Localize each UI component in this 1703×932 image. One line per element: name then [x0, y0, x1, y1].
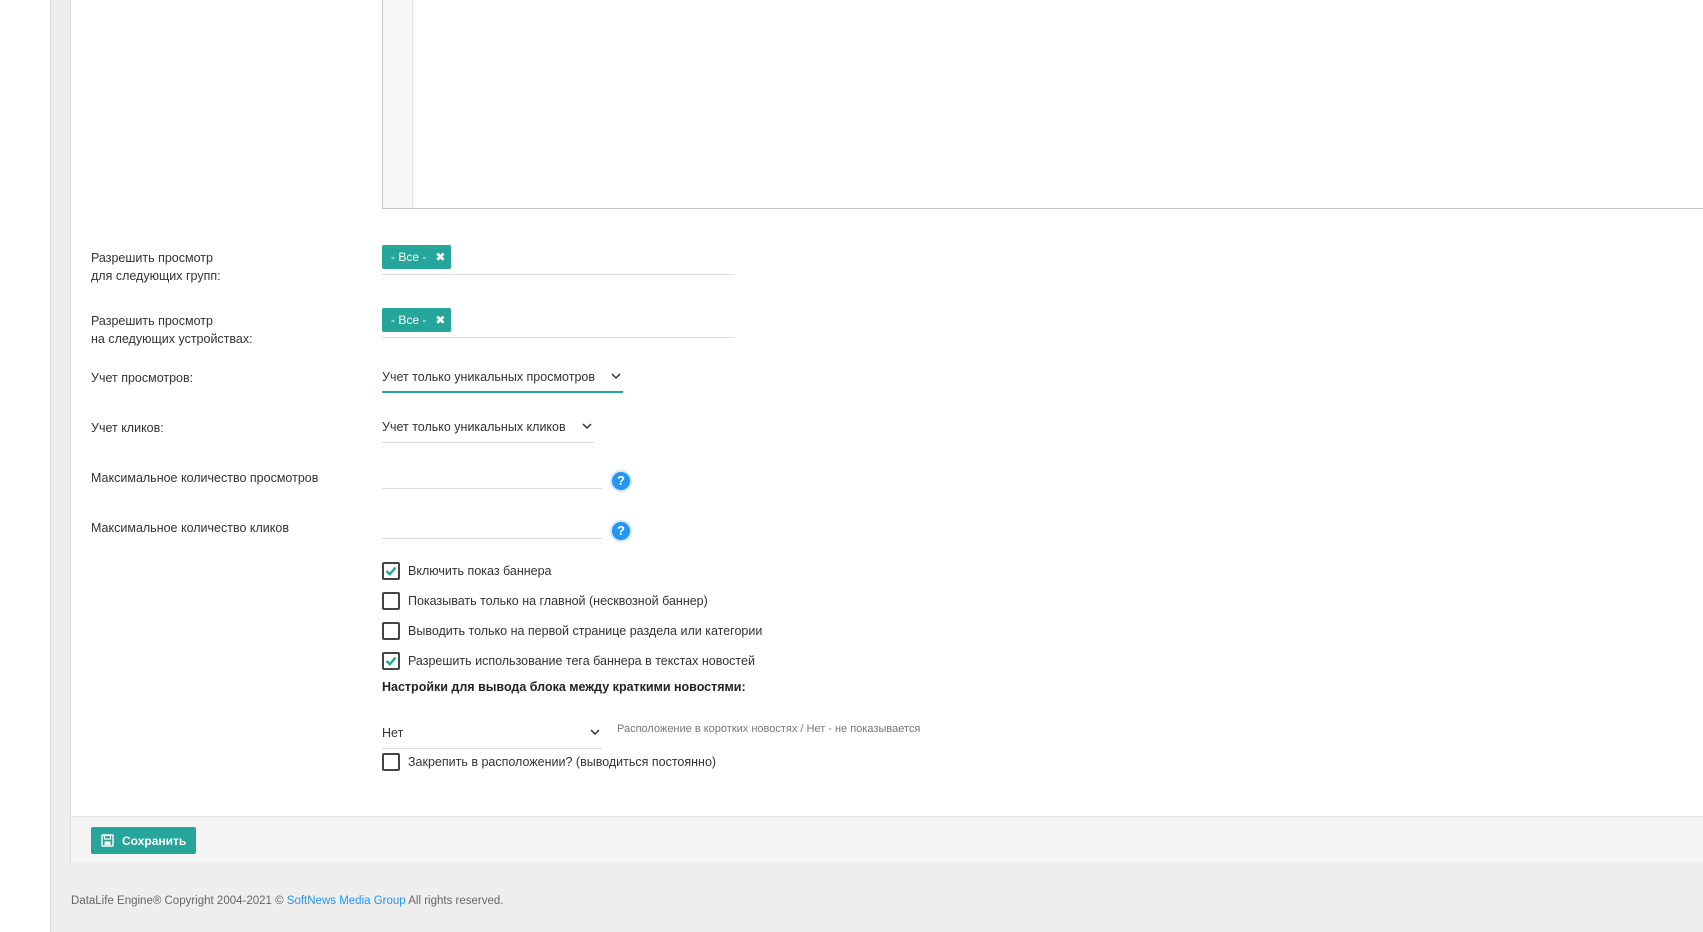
left-sidebar-strip — [0, 0, 51, 932]
banner-code-editor[interactable] — [382, 0, 1703, 209]
groups-multiselect[interactable]: - Все - ✖ — [382, 245, 734, 275]
position-value: Нет — [382, 726, 404, 740]
help-icon[interactable]: ? — [612, 522, 630, 540]
checkmark-icon — [385, 566, 397, 576]
allow-banner-tag-checkbox[interactable] — [382, 652, 400, 670]
main-page-only-row[interactable]: Показывать только на главной (несквозной… — [382, 592, 708, 610]
main-page-only-checkbox[interactable] — [382, 592, 400, 610]
clicks-count-select[interactable]: Учет только уникальных кликов — [382, 417, 594, 443]
pin-position-row[interactable]: Закрепить в расположении? (выводиться по… — [382, 753, 716, 771]
views-count-select[interactable]: Учет только уникальных просмотров — [382, 367, 624, 393]
position-select[interactable]: Нет — [382, 723, 602, 749]
softnews-link[interactable]: SoftNews Media Group — [287, 895, 406, 907]
enable-banner-checkbox[interactable] — [382, 562, 400, 580]
max-views-label: Максимальное количество просмотров — [91, 471, 319, 485]
devices-tag-all: - Все - ✖ — [382, 308, 452, 332]
block-section-title: Настройки для вывода блока между кратким… — [382, 680, 746, 694]
form-footer-bar: Сохранить — [71, 816, 1703, 862]
enable-banner-label: Включить показ баннера — [408, 564, 552, 578]
pin-position-label: Закрепить в расположении? (выводиться по… — [408, 755, 717, 769]
banner-edit-panel: Разрешить просмотр для следующих групп: … — [70, 0, 1703, 862]
allow-banner-tag-row[interactable]: Разрешить использование тега баннера в т… — [382, 652, 755, 670]
floppy-disk-icon — [101, 834, 114, 847]
groups-tag-label: - Все - — [391, 250, 427, 264]
pin-position-checkbox[interactable] — [382, 753, 400, 771]
position-hint: Расположение в коротких новостях / Нет -… — [617, 723, 921, 735]
groups-tag-all: - Все - ✖ — [382, 245, 452, 269]
devices-multiselect[interactable]: - Все - ✖ — [382, 308, 734, 338]
clicks-count-value: Учет только уникальных кликов — [382, 420, 566, 434]
save-button[interactable]: Сохранить — [91, 827, 197, 854]
devices-label-line1: Разрешить просмотр — [91, 314, 213, 328]
copyright-footer: DataLife Engine® Copyright 2004-2021 © S… — [71, 895, 503, 907]
first-page-only-checkbox[interactable] — [382, 622, 400, 640]
views-count-value: Учет только уникальных просмотров — [382, 370, 596, 384]
enable-banner-row[interactable]: Включить показ баннера — [382, 562, 552, 580]
remove-tag-icon[interactable]: ✖ — [435, 245, 445, 269]
first-page-only-row[interactable]: Выводить только на первой странице разде… — [382, 622, 762, 640]
save-button-label: Сохранить — [122, 833, 187, 848]
groups-label-line2: для следующих групп: — [91, 269, 221, 283]
copyright-prefix: DataLife Engine® Copyright 2004-2021 © — [71, 895, 284, 907]
groups-label: Разрешить просмотр для следующих групп: — [91, 249, 221, 285]
copyright-suffix: All rights reserved. — [408, 895, 504, 907]
max-clicks-label: Максимальное количество кликов — [91, 521, 289, 535]
editor-line-gutter — [383, 0, 413, 208]
max-clicks-input[interactable] — [382, 517, 602, 539]
checkmark-icon — [385, 656, 397, 666]
devices-label-line2: на следующих устройствах: — [91, 332, 253, 346]
devices-label: Разрешить просмотр на следующих устройст… — [91, 312, 253, 348]
help-icon[interactable]: ? — [612, 472, 630, 490]
chevron-down-icon — [590, 729, 600, 736]
allow-banner-tag-label: Разрешить использование тега баннера в т… — [408, 654, 755, 668]
remove-tag-icon[interactable]: ✖ — [435, 308, 445, 332]
main-page-only-label: Показывать только на главной (несквозной… — [408, 594, 708, 608]
clicks-count-label: Учет кликов: — [91, 421, 164, 435]
views-count-label: Учет просмотров: — [91, 371, 194, 385]
max-views-input[interactable] — [382, 467, 602, 489]
devices-tag-label: - Все - — [391, 313, 427, 327]
chevron-down-icon — [611, 373, 621, 380]
chevron-down-icon — [582, 423, 592, 430]
first-page-only-label: Выводить только на первой странице разде… — [408, 624, 763, 638]
groups-label-line1: Разрешить просмотр — [91, 251, 213, 265]
